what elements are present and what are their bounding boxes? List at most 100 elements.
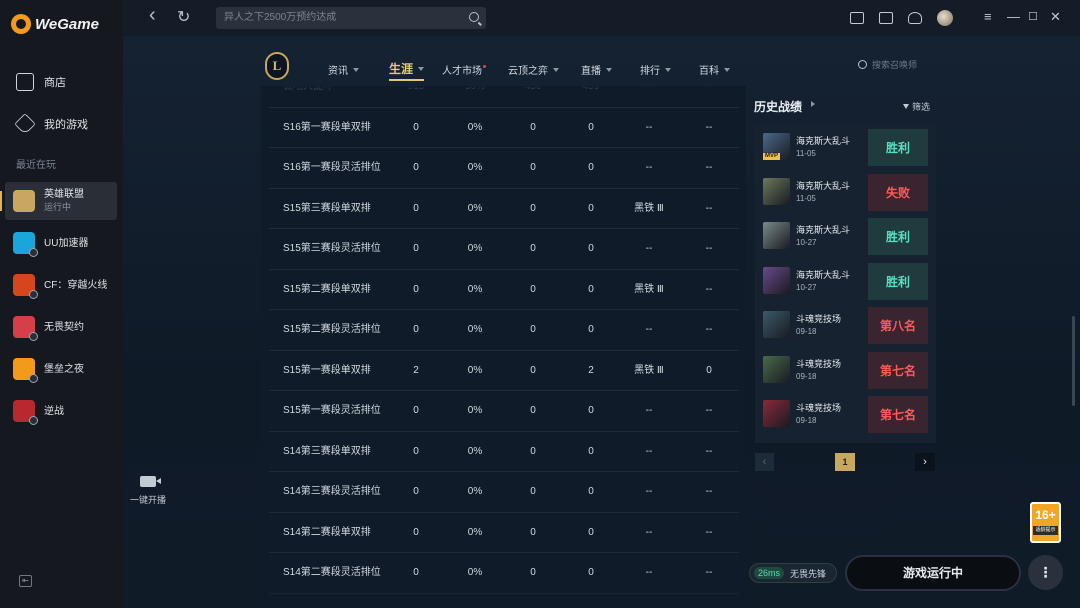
search-placeholder: 异人之下2500万预约达成 (224, 12, 337, 23)
table-cell: -- (645, 121, 653, 133)
page-scrollbar[interactable] (1072, 316, 1075, 406)
sidebar-game-uu[interactable]: UU加速器 (5, 224, 117, 262)
game-nav-tabs: 资讯 生涯 人才市场 云顶之弈 直播 排行 百科 (328, 58, 731, 81)
match-result: 第七名 (868, 396, 928, 433)
notification-dot (483, 65, 487, 68)
collapse-sidebar-button[interactable]: ⇤ (19, 575, 32, 587)
minimize-icon[interactable]: — (1007, 9, 1020, 24)
prev-page-button[interactable]: ‹ (755, 453, 774, 471)
table-row: S14第三赛段灵活排位 0 0% 0 0 -- -- (269, 472, 739, 513)
menu-icon[interactable]: ≡ (984, 9, 992, 24)
summoner-search-input[interactable]: 搜索召唤师 (858, 58, 917, 71)
chevron-down-icon (353, 67, 359, 72)
mvp-badge: MVP (763, 153, 781, 160)
table-cell: S16第一赛段单双排 (283, 121, 371, 133)
sidebar-game-valorant[interactable]: 无畏契约 (5, 308, 117, 346)
tab-3[interactable]: 云顶之弈 (508, 62, 560, 77)
match-item[interactable]: 斗魂竞技场 09-18 第七名 (763, 351, 928, 390)
ping-value: 26ms (754, 567, 785, 579)
table-cell: 0% (467, 364, 483, 376)
table-cell: 黑铁 Ⅲ (634, 202, 664, 214)
page-number-button[interactable]: 1 (835, 453, 855, 471)
game-label: 逆战 (44, 405, 64, 418)
table-cell: -- (705, 283, 713, 295)
back-button[interactable]: ‹ (149, 5, 156, 25)
game-label: 英雄联盟 运行中 (44, 188, 84, 214)
match-item[interactable]: 海克斯大乱斗 10-27 胜利 (763, 218, 928, 256)
sidebar-game-fortnite[interactable]: 堡垒之夜 (5, 350, 117, 388)
match-mode: 海克斯大乱斗 (796, 180, 851, 191)
user-avatar[interactable] (937, 10, 953, 26)
filter-button[interactable]: 筛选 (903, 100, 930, 113)
table-cell: S15第二赛段灵活排位 (283, 324, 381, 335)
sidebar-game-league[interactable]: 英雄联盟 运行中 (0, 182, 117, 220)
match-mode: 海克斯大乱斗 (796, 225, 851, 235)
table-cell: 0% (467, 486, 483, 497)
next-page-button[interactable]: › (915, 453, 935, 471)
game-running-button[interactable]: 游戏运行中 (845, 555, 1021, 591)
table-cell: 0% (467, 121, 483, 133)
chevron-right-icon[interactable] (811, 101, 815, 107)
match-item[interactable]: 斗魂竞技场 09-18 第八名 (763, 307, 928, 345)
table-cell: 0 (413, 283, 419, 295)
sidebar: WeGame 商店 我的游戏 最近在玩 英雄联盟 运行中 UU加速器 CF：穿越火线无… (0, 0, 123, 608)
wegame-logo-icon (11, 14, 31, 34)
ranked-stats-table: 极地大乱斗91550%456459----S16第一赛段单双排00%00----… (261, 86, 746, 608)
tab-0[interactable]: 资讯 (328, 62, 359, 77)
match-item[interactable]: 斗魂竞技场 09-18 第七名 (763, 396, 928, 434)
match-item[interactable]: 海克斯大乱斗 10-27 胜利 (763, 262, 928, 301)
refresh-button[interactable]: ↻ (177, 9, 190, 27)
table-cell: -- (705, 405, 713, 416)
download-icon[interactable] (908, 12, 922, 24)
search-input[interactable]: 异人之下2500万预约达成 (216, 7, 486, 29)
game-name: 英雄联盟 (44, 189, 84, 200)
table-cell: -- (705, 445, 713, 457)
match-result: 胜利 (868, 262, 928, 300)
download-badge-icon (29, 332, 38, 341)
table-cell: S15第三赛段单双排 (283, 202, 371, 214)
table-cell: 0 (530, 486, 536, 497)
table-cell: 0 (588, 243, 594, 254)
table-cell: 0 (588, 405, 594, 416)
table-row: S15第一赛段单双排 2 0% 0 2 黑铁 Ⅲ 0 (269, 351, 739, 391)
sidebar-game-crossfire[interactable]: CF：穿越火线 (5, 266, 117, 304)
chevron-down-icon (665, 67, 672, 72)
sidebar-item-store[interactable]: 商店 (16, 73, 66, 91)
table-row: S15第二赛段单双排 0 0% 0 0 黑铁 Ⅲ -- (269, 270, 739, 310)
match-item[interactable]: 海克斯大乱斗 11-05 失败 (763, 173, 928, 212)
maximize-icon[interactable]: ☐ (1028, 10, 1038, 23)
wegame-logo-text: WeGame (35, 15, 99, 33)
search-icon[interactable] (469, 12, 479, 22)
fortnite-icon (13, 358, 38, 383)
tab-2[interactable]: 人才市场 (442, 62, 487, 77)
sidebar-game-nizhan[interactable]: 逆战 (5, 392, 117, 430)
history-pager: ‹ 1 › (755, 453, 936, 471)
league-logo-icon[interactable]: L (265, 52, 289, 80)
tab-1[interactable]: 生涯 (389, 60, 425, 81)
game-label: 堡垒之夜 (44, 363, 84, 376)
history-title[interactable]: 历史战绩 (754, 98, 802, 115)
tab-4[interactable]: 直播 (581, 62, 613, 77)
chevron-down-icon (606, 67, 613, 72)
match-date: 09-18 (796, 327, 817, 336)
tab-6[interactable]: 百科 (699, 62, 731, 77)
tab-5[interactable]: 排行 (640, 62, 672, 77)
match-mode: 斗魂竞技场 (796, 358, 842, 369)
table-cell: 0% (467, 202, 483, 214)
champion-portrait (763, 266, 790, 294)
table-cell: -- (645, 486, 653, 497)
wegame-logo[interactable]: WeGame (11, 14, 99, 34)
champion-portrait (763, 177, 790, 205)
game-label: UU加速器 (44, 237, 88, 250)
sidebar-item-my-games[interactable]: 我的游戏 (14, 113, 88, 135)
chat-icon[interactable] (850, 12, 864, 24)
close-icon[interactable]: ✕ (1050, 9, 1061, 25)
match-item[interactable]: MVP 海克斯大乱斗 11-05 胜利 (763, 129, 928, 167)
mail-icon[interactable] (879, 12, 893, 24)
table-row: S16第一赛段灵活排位 0 0% 0 0 -- -- (269, 148, 739, 189)
valorant-icon (13, 316, 38, 341)
table-row: S15第一赛段灵活排位 0 0% 0 0 -- -- (269, 391, 739, 432)
one-click-stream-button[interactable]: 一键开播 (130, 476, 166, 506)
more-options-button[interactable]: ⋮ (1028, 555, 1063, 590)
accelerator-status[interactable]: 26ms 无畏先锋 (749, 563, 837, 583)
